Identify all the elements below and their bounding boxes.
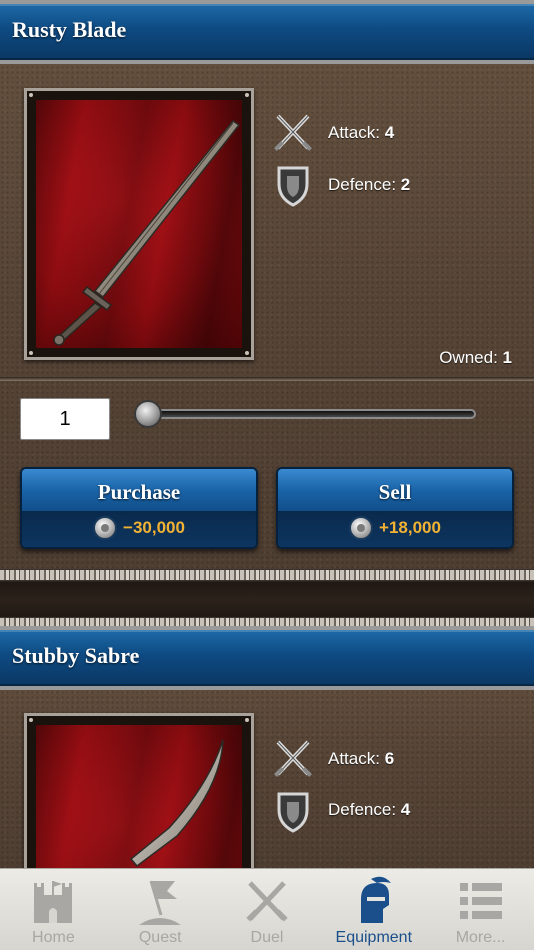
tab-home[interactable]: Home xyxy=(0,869,107,950)
sell-price: +18,000 xyxy=(278,515,512,541)
silver-coin-icon xyxy=(93,516,118,540)
attack-label: Attack: xyxy=(328,123,380,142)
tab-equipment-label: Equipment xyxy=(335,929,413,946)
crossed-swords-icon xyxy=(274,114,312,151)
flag-icon xyxy=(139,880,182,925)
item-header: Rusty Blade xyxy=(0,0,534,64)
item-image-frame xyxy=(24,88,254,360)
attack-stat: Attack: 6 xyxy=(328,749,394,769)
section-divider xyxy=(0,377,534,381)
card-gap xyxy=(0,582,534,618)
sell-label: Sell xyxy=(378,480,412,504)
item-header: Stubby Sabre xyxy=(0,626,534,690)
purchase-price: −30,000 xyxy=(22,515,256,541)
sword-image xyxy=(53,119,241,346)
tab-duel[interactable]: Duel xyxy=(214,869,321,950)
defence-stat: Defence: 2 xyxy=(328,175,410,195)
item-title: Rusty Blade xyxy=(12,17,127,42)
defence-label: Defence: xyxy=(328,800,397,819)
owned-count: Owned: 1 xyxy=(439,348,512,368)
tab-quest[interactable]: Quest xyxy=(107,869,214,950)
defence-label: Defence: xyxy=(328,175,397,194)
purchase-button[interactable]: Purchase −30,000 xyxy=(20,467,258,549)
castle-icon xyxy=(34,881,73,923)
list-icon xyxy=(459,883,502,919)
tab-more[interactable]: More... xyxy=(427,869,534,950)
tab-home-label: Home xyxy=(32,929,75,946)
purchase-label: Purchase xyxy=(97,480,181,504)
shield-icon xyxy=(277,792,309,833)
owned-value: 1 xyxy=(502,348,512,367)
attack-value: 6 xyxy=(384,749,395,768)
quantity-slider-track[interactable] xyxy=(138,409,476,419)
attack-value: 4 xyxy=(384,123,395,142)
shield-icon xyxy=(277,166,309,207)
quantity-input[interactable]: 1 xyxy=(20,398,110,440)
tab-more-label: More... xyxy=(455,929,506,946)
purchase-price-value: −30,000 xyxy=(123,518,185,537)
sell-price-value: +18,000 xyxy=(379,518,441,537)
knight-helmet-icon xyxy=(360,876,391,923)
attack-stat: Attack: 4 xyxy=(328,123,394,143)
defence-value: 4 xyxy=(400,800,411,819)
defence-stat: Defence: 4 xyxy=(328,800,410,820)
quantity-slider-thumb[interactable] xyxy=(134,400,162,428)
sell-button[interactable]: Sell +18,000 xyxy=(276,467,514,549)
tab-equipment[interactable]: Equipment xyxy=(320,869,427,950)
chain-divider xyxy=(0,569,534,581)
silver-coin-icon xyxy=(349,516,374,540)
owned-label: Owned: xyxy=(439,348,498,367)
crossed-swords-icon xyxy=(246,881,288,922)
defence-value: 2 xyxy=(400,175,411,194)
tab-duel-label: Duel xyxy=(250,929,284,946)
tab-bar: Home Quest Duel Equipment More... xyxy=(0,868,534,950)
tab-quest-label: Quest xyxy=(138,929,182,946)
attack-label: Attack: xyxy=(328,749,380,768)
crossed-swords-icon xyxy=(274,740,312,777)
item-title: Stubby Sabre xyxy=(12,643,140,668)
